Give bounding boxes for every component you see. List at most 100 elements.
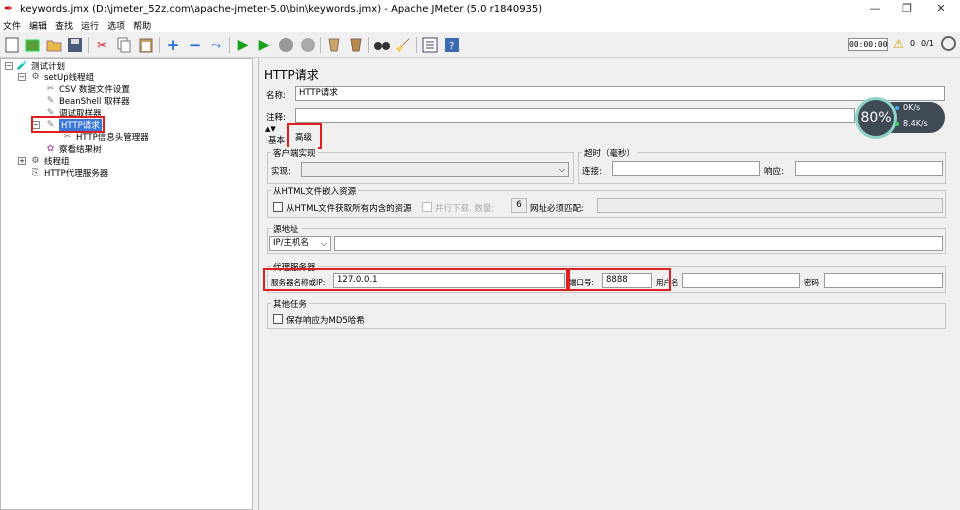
svg-text:?: ? <box>449 41 454 52</box>
highlight-box-proxy-server <box>263 268 570 291</box>
active-threads: 0/1 <box>921 39 934 48</box>
listener-icon: ✿ <box>46 144 55 154</box>
test-plan-icon: 🧪 <box>16 61 29 71</box>
reset-search-icon[interactable]: 🧹 <box>394 36 412 54</box>
help-icon[interactable]: ? <box>443 36 461 54</box>
thread-group-icon: ⚙ <box>31 156 40 166</box>
binoculars-icon[interactable] <box>373 36 391 54</box>
toggle-icon[interactable]: ⤳ <box>207 36 225 54</box>
response-label: 响应: <box>764 167 784 177</box>
remote-icon[interactable] <box>941 36 956 51</box>
impl-select[interactable]: ⌵ <box>301 162 569 177</box>
download-speed: 8.4K/s <box>903 119 928 128</box>
other-tasks-group <box>267 303 946 329</box>
window-title: keywords.jmx (D:\jmeter_52z.com\apache-j… <box>20 3 543 15</box>
source-type-value: IP/主机名 <box>273 238 309 248</box>
tree-node-csv[interactable]: ✂ CSV 数据文件设置 <box>45 83 130 95</box>
cut-icon[interactable]: ✂ <box>93 36 111 54</box>
menu-run[interactable]: 运行 <box>81 19 99 32</box>
menu-options[interactable]: 选项 <box>107 19 125 32</box>
network-monitor-widget: 80% 0K/s 8.4K/s <box>855 97 945 139</box>
parallel-checkbox[interactable] <box>422 202 432 212</box>
retrieve-all-label: 从HTML文件获取所有内含的资源 <box>286 204 412 214</box>
other-title: 其他任务 <box>271 298 310 310</box>
name-label: 名称: <box>266 91 286 101</box>
impl-label: 实现: <box>271 167 291 177</box>
toolbar: ✂ + − ⤳ ▶ ▶ 🧹 ? <box>0 32 960 58</box>
clear-icon[interactable] <box>325 36 343 54</box>
clear-all-icon[interactable] <box>347 36 365 54</box>
proxy-password-field[interactable] <box>824 273 943 288</box>
save-icon[interactable] <box>66 36 84 54</box>
connect-label: 连接: <box>582 167 602 177</box>
tree-label: HTTP代理服务器 <box>44 169 109 179</box>
tree-toggle-thread-group[interactable]: + <box>18 157 26 165</box>
menu-help[interactable]: 帮助 <box>133 19 151 32</box>
elapsed-timer: 00:00:00 <box>848 38 888 51</box>
highlight-box-proxy-port <box>566 268 671 291</box>
minimize-button[interactable]: — <box>858 0 892 18</box>
proxy-icon: ⎘ <box>31 168 40 178</box>
collapse-icon[interactable]: − <box>186 36 204 54</box>
new-icon[interactable] <box>3 36 21 54</box>
tree-node-header-manager[interactable]: ✂ HTTP信息头管理器 <box>62 131 149 143</box>
thread-group-icon: ⚙ <box>31 72 40 82</box>
tree-node-results-tree[interactable]: ✿ 察看结果树 <box>45 143 102 155</box>
tree-toggle-setup[interactable]: − <box>18 73 26 81</box>
tree-node-proxy[interactable]: ⎘ HTTP代理服务器 <box>30 167 108 179</box>
function-helper-icon[interactable] <box>421 36 439 54</box>
connect-timeout-field[interactable] <box>612 161 760 176</box>
tab-basic[interactable]: 基本 <box>268 134 285 146</box>
name-field[interactable]: HTTP请求 <box>295 86 945 101</box>
tree-label: HTTP信息头管理器 <box>76 133 149 143</box>
maximize-button[interactable]: ❐ <box>890 0 924 18</box>
response-timeout-field[interactable] <box>795 161 943 176</box>
templates-icon[interactable] <box>24 36 42 54</box>
warning-icon[interactable]: ⚠ <box>893 37 904 51</box>
client-impl-title: 客户端实现 <box>271 147 318 159</box>
menu-file[interactable]: 文件 <box>3 19 21 32</box>
comment-label: 注释: <box>266 113 286 123</box>
source-address-field[interactable] <box>334 236 943 251</box>
close-button[interactable]: ✕ <box>924 0 958 18</box>
embedded-title: 从HTML文件嵌入资源 <box>271 185 359 197</box>
sampler-icon: ✎ <box>46 96 55 106</box>
tree-label: CSV 数据文件设置 <box>59 85 130 95</box>
start-no-pause-icon[interactable]: ▶ <box>255 36 273 54</box>
parallel-label: 并行下载. 数量: <box>435 204 495 214</box>
retrieve-all-checkbox[interactable] <box>273 202 283 212</box>
jmeter-feather-icon: ✒ <box>4 2 14 15</box>
url-match-field[interactable] <box>597 198 943 213</box>
highlight-box-tab <box>287 123 322 149</box>
menu-bar: 文件 编辑 查找 运行 选项 帮助 <box>0 18 960 32</box>
tree-label: setUp线程组 <box>44 73 95 83</box>
tree-node-thread-group[interactable]: ⚙ 线程组 <box>30 155 70 167</box>
collapse-arrows-icon[interactable]: ▲▼ <box>265 125 277 133</box>
tree-node-beanshell[interactable]: ✎ BeanShell 取样器 <box>45 95 130 107</box>
stop-icon[interactable] <box>277 36 295 54</box>
start-icon[interactable]: ▶ <box>234 36 252 54</box>
download-dot-icon <box>895 122 899 126</box>
paste-icon[interactable] <box>137 36 155 54</box>
tree-node-setup-group[interactable]: ⚙ setUp线程组 <box>30 71 94 83</box>
save-md5-checkbox[interactable] <box>273 314 283 324</box>
menu-edit[interactable]: 编辑 <box>29 19 47 32</box>
title-bar: ✒ keywords.jmx (D:\jmeter_52z.com\apache… <box>0 0 960 18</box>
timeout-title: 超时（毫秒） <box>582 147 638 159</box>
proxy-user-field[interactable] <box>682 273 800 288</box>
expand-icon[interactable]: + <box>164 36 182 54</box>
copy-icon[interactable] <box>115 36 133 54</box>
open-icon[interactable] <box>45 36 63 54</box>
panel-title: HTTP请求 <box>264 68 319 82</box>
menu-search[interactable]: 查找 <box>55 19 73 32</box>
source-type-select[interactable]: IP/主机名 ⌵ <box>269 236 331 251</box>
chevron-down-icon: ⌵ <box>320 239 327 248</box>
config-element-icon: ✂ <box>46 84 55 94</box>
proxy-password-label: 密码 <box>804 278 819 287</box>
parallel-count-field[interactable]: 6 <box>511 198 527 213</box>
shutdown-icon[interactable] <box>299 36 317 54</box>
comment-field[interactable] <box>295 108 855 123</box>
tree-toggle-root[interactable]: − <box>5 62 13 70</box>
tree-label: BeanShell 取样器 <box>59 97 130 107</box>
tree-label: 线程组 <box>44 157 70 167</box>
